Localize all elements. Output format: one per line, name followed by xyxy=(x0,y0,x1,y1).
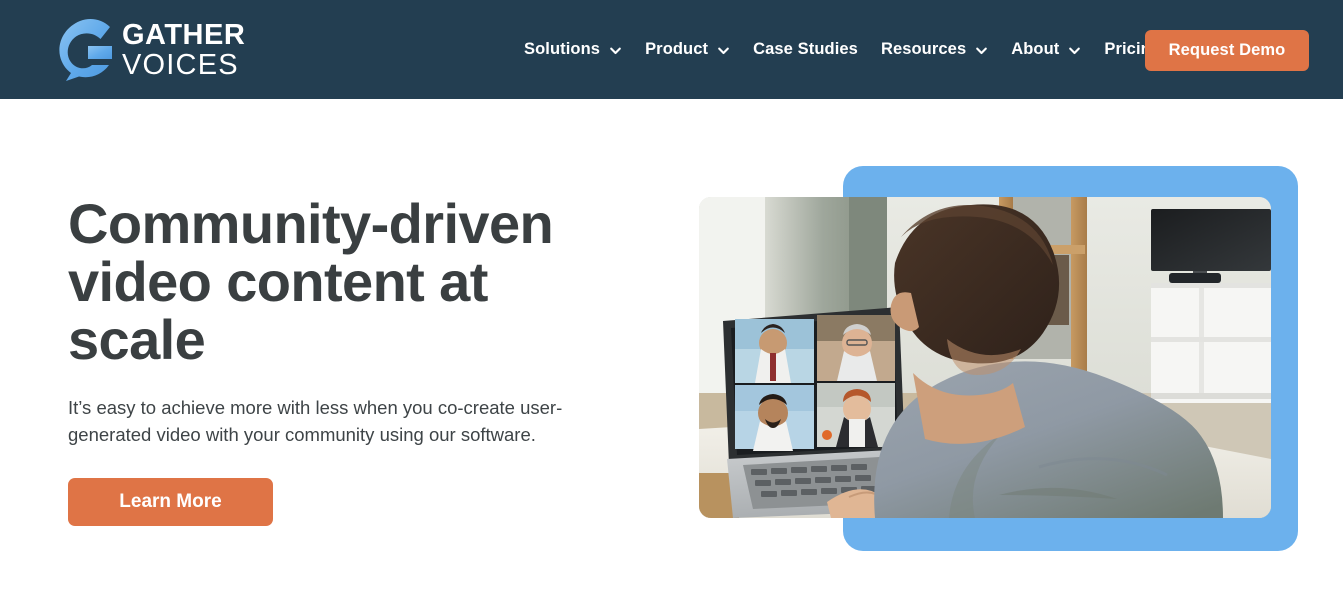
logo-line-voices: VOICES xyxy=(122,49,239,81)
nav-item-case-studies[interactable]: Case Studies xyxy=(753,40,858,59)
site-header: GATHER VOICES Solutions Product Case Stu… xyxy=(0,0,1343,99)
hero-title: Community-driven video content at scale xyxy=(68,192,554,371)
hero-subtitle: It’s easy to achieve more with less when… xyxy=(68,397,563,445)
hero-copy: Community-driven video content at scale … xyxy=(68,195,668,526)
learn-more-button[interactable]: Learn More xyxy=(68,478,273,526)
primary-navigation: Solutions Product Case Studies Resources… xyxy=(524,0,1161,99)
nav-item-solutions[interactable]: Solutions xyxy=(524,40,622,59)
nav-item-label: Product xyxy=(645,40,709,58)
chevron-down-icon xyxy=(1068,44,1081,57)
chevron-down-icon xyxy=(609,44,622,57)
nav-item-label: Solutions xyxy=(524,40,601,58)
nav-item-about[interactable]: About xyxy=(1011,40,1081,59)
nav-item-label: Case Studies xyxy=(753,40,858,58)
chevron-down-icon xyxy=(717,44,730,57)
request-demo-button[interactable]: Request Demo xyxy=(1145,30,1309,71)
chevron-down-icon xyxy=(975,44,988,57)
site-logo[interactable]: GATHER VOICES xyxy=(54,17,245,83)
gather-voices-g-bubble-logo-icon xyxy=(54,18,116,82)
logo-line-gather: GATHER xyxy=(122,19,246,51)
hero-section: Community-driven video content at scale … xyxy=(0,99,1343,589)
nav-item-label: About xyxy=(1011,40,1060,58)
nav-item-resources[interactable]: Resources xyxy=(881,40,988,59)
logo-wordmark: GATHER VOICES xyxy=(122,19,245,81)
hero-photo xyxy=(699,197,1271,518)
nav-item-product[interactable]: Product xyxy=(645,40,730,59)
nav-item-label: Resources xyxy=(880,40,967,58)
